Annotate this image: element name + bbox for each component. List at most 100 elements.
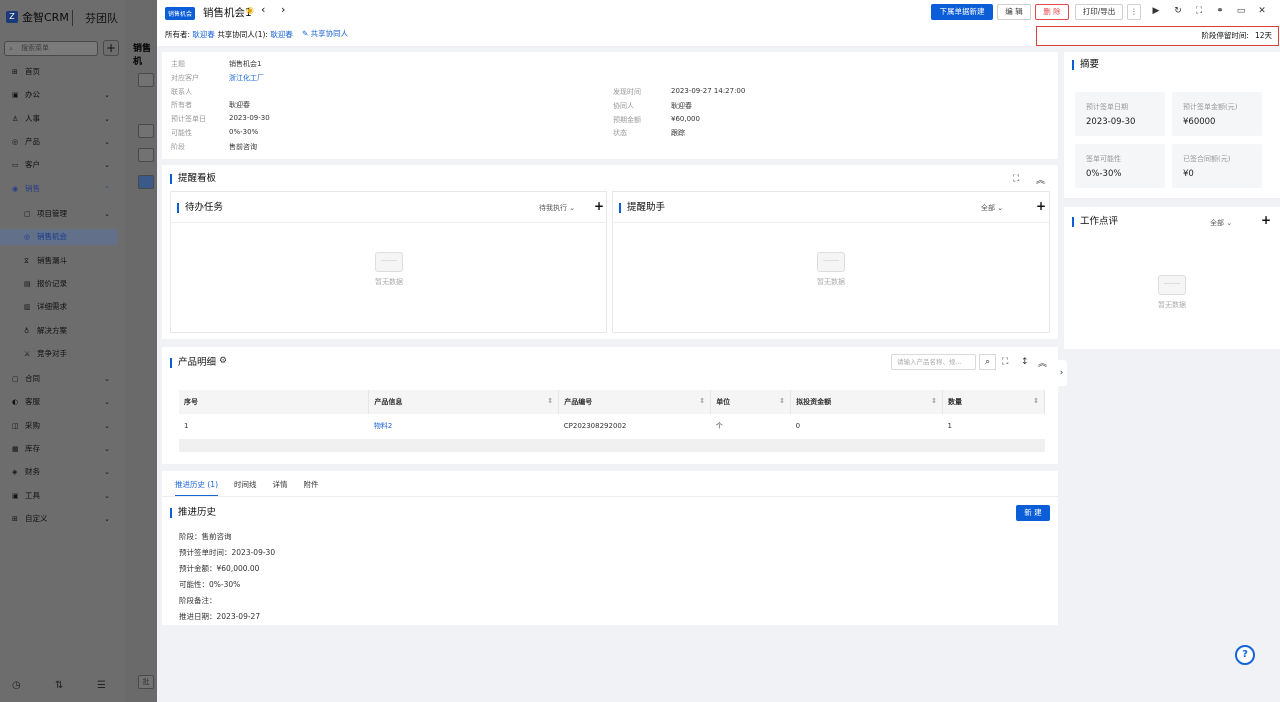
summary-card: 摘要 预计签单日期 2023-09-30 预计签单金额(元) ¥60000 签单可能性 0… [1064,52,1280,198]
chevron-icon: ⌄ [104,114,110,123]
product-search-input[interactable]: 请输入产品名称、规... [891,354,976,370]
expand-icon[interactable]: ⛶ [1002,357,1008,367]
print-export-button[interactable]: 打印/导出 [1075,4,1123,20]
table-horizontal-scrollbar[interactable] [179,439,1045,452]
tab-0[interactable]: 推进历史 (1) [175,479,219,496]
delete-button[interactable]: 删 除 [1035,4,1069,20]
close-icon[interactable]: ✕ [1256,6,1268,16]
history-line: 阶段备注： [179,596,217,605]
sidebar-item-label: 财务 [25,467,40,477]
tab-2[interactable]: 详情 [273,479,288,496]
chevron-icon: ⌄ [104,210,110,218]
sidebar-item-5[interactable]: ◉ 销售 ⌃ [12,181,122,197]
nav-add-button[interactable]: + [103,40,119,56]
sidebar-item-5[interactable]: ♁ 解决方案 [24,323,122,339]
prev-record-icon[interactable]: ‹ [261,3,265,16]
helper-filter-select[interactable]: 全部 ⌄ [981,203,1003,213]
sort-icon[interactable]: ⇕ [931,397,937,405]
collapse-icon[interactable]: ︽ [1038,356,1047,369]
add-reminder-button[interactable]: + [1036,199,1046,213]
column-header[interactable]: 产品信息 ⇕ [368,390,560,414]
expand-icon[interactable]: ⛶ [1013,174,1019,184]
tab-3[interactable]: 附件 [304,479,319,496]
chevron-icon: ⌄ [104,421,110,430]
search-icon[interactable]: ⌕ [979,354,996,370]
sort-icon[interactable]: ⇕ [779,397,785,405]
work-review-filter-select[interactable]: 全部 ⌄ [1210,218,1232,228]
tab-1[interactable]: 时间线 [234,479,257,496]
gear-icon[interactable]: ⚙ [219,356,227,366]
link-icon[interactable]: ⚭ [1214,6,1226,16]
column-header[interactable]: 序号 [179,390,370,414]
sort-icon[interactable]: ⇕ [699,397,705,405]
office-icon: ▣ [12,91,19,100]
history-icon[interactable]: ◷ [12,680,21,691]
chevron-icon: ⌄ [104,137,110,146]
field-value: 0%-30% [229,128,259,136]
refresh-icon[interactable]: ↻ [1172,6,1184,16]
todo-empty-state: 暂无数据 [359,252,419,287]
sidebar-item-1[interactable]: ◐ 客服 ⌄ [12,394,122,410]
sidebar-item-label: 销售漏斗 [37,255,67,265]
new-history-button[interactable]: 新 建 [1016,505,1050,521]
window-icon[interactable]: ▭ [1235,6,1247,16]
sort-icon[interactable]: ⇕ [1033,397,1039,405]
filter-icon[interactable]: ⇅ [55,680,63,691]
sidebar-item-4[interactable]: ▥ 详细需求 [24,299,122,315]
owner-label: 所有者: [165,30,191,39]
table-cell[interactable]: 物料2 [368,414,559,440]
sidebar-item-2[interactable]: ◫ 采购 ⌄ [12,418,122,434]
menu-icon[interactable]: ☰ [97,680,106,691]
sidebar-item-1[interactable]: ◎ 销售机会 [0,229,118,246]
star-icon[interactable]: ◉ [246,6,254,16]
todo-filter-select[interactable]: 待我执行 ⌄ [539,203,575,213]
logo[interactable]: Z 金智CRM [6,9,69,25]
side-panel-toggle[interactable]: › [1056,360,1067,386]
sidebar-item-label: 人事 [25,113,40,123]
more-actions-button[interactable]: ⋮ [1127,4,1141,20]
column-header[interactable]: 产品编号 ⇕ [558,390,712,414]
add-todo-button[interactable]: + [594,199,604,213]
sidebar-item-3[interactable]: ◎ 产品 ⌄ [12,134,122,150]
sidebar-item-0[interactable]: ▢ 合同 ⌄ [12,371,122,387]
column-header-label: 拟投资金额 [796,398,832,406]
sidebar-item-2[interactable]: ⧖ 销售漏斗 [24,253,122,269]
column-header[interactable]: 拟投资金额 ⇕ [790,390,944,414]
row-height-icon[interactable]: ↕ [1021,357,1029,367]
sidebar-item-0[interactable]: ⊞ 首页 [12,64,122,80]
sort-icon[interactable]: ⇕ [547,397,553,405]
field-value[interactable]: 浙江化工厂 [229,73,264,83]
next-record-icon[interactable]: › [281,3,285,16]
field-value: 跟踪 [671,129,685,138]
shared-value[interactable]: 耿迎春 [270,30,293,39]
summary-title: 摘要 [1072,60,1099,70]
sidebar-item-4[interactable]: ◈ 财务 ⌄ [12,464,122,480]
add-review-button[interactable]: + [1261,213,1271,227]
edit-button[interactable]: 编 辑 [997,4,1031,20]
sidebar-item-6[interactable]: ⚔ 竞争对手 [24,346,122,362]
sidebar-item-1[interactable]: ▣ 办公 ⌄ [12,87,122,103]
fullscreen-icon[interactable]: ⛶ [1193,6,1205,16]
column-header[interactable]: 数量 ⇕ [942,390,1045,414]
sidebar-item-label: 合同 [25,374,40,383]
team-name[interactable]: 芬团队 [72,10,118,26]
share-collaborator-button[interactable]: ✎ 共享协同人 [302,28,348,39]
sidebar-item-3[interactable]: ▤ 报价记录 [24,276,122,292]
help-icon[interactable]: ? [1235,645,1255,665]
sidebar-item-4[interactable]: ▭ 客户 ⌄ [12,157,122,173]
field-value: 耿迎春 [671,101,692,110]
field-label: 阶段 [171,142,185,151]
sidebar-item-3[interactable]: ▦ 库存 ⌄ [12,441,122,457]
sidebar-item-6[interactable]: ⊞ 自定义 ⌄ [12,511,122,527]
sidebar-item-0[interactable]: ▢ 项目管理 ⌄ [24,206,122,222]
sidebar-item-2[interactable]: ♙ 人事 ⌄ [12,111,122,127]
create-sub-document-button[interactable]: 下属单据新建 [931,4,993,20]
collapse-icon[interactable]: ︽ [1036,173,1045,186]
history-line: 预计金额：¥60,000.00 [179,564,260,573]
nav-search-input[interactable]: ⌕ 搜索菜单 [4,41,98,56]
owner-value[interactable]: 耿迎春 [192,30,215,39]
column-header[interactable]: 单位 ⇕ [710,390,792,414]
play-icon[interactable]: ▶ [1150,6,1162,16]
sidebar-item-5[interactable]: ▣ 工具 ⌄ [12,488,122,504]
field-value: 售前咨询 [229,142,257,151]
